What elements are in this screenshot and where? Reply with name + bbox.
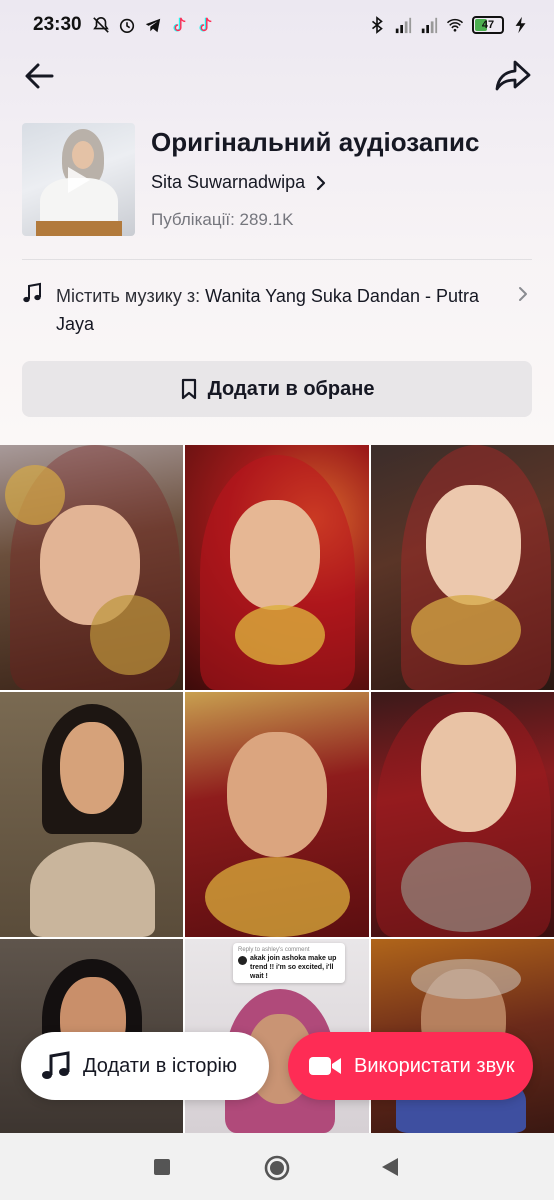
status-icons-left — [92, 16, 214, 34]
use-sound-button[interactable]: Використати звук — [288, 1032, 533, 1100]
signal-icon — [395, 17, 412, 34]
video-thumbnail[interactable] — [0, 692, 183, 937]
tiktok-icon — [199, 17, 211, 32]
video-thumbnail[interactable] — [371, 692, 554, 937]
thumbnail-jewelry — [5, 465, 65, 525]
status-icons-right: 47 — [368, 16, 530, 34]
chevron-right-icon — [316, 175, 326, 190]
thumbnail-face — [421, 712, 516, 832]
add-to-story-label: Додати в історію — [83, 1054, 237, 1077]
thumbnail-jewelry — [411, 595, 521, 665]
author-name: Sita Suwarnadwipa — [151, 172, 306, 192]
thumbnail-face — [426, 485, 521, 605]
thumbnail-top — [30, 842, 155, 937]
back-arrow-icon[interactable] — [22, 58, 58, 94]
status-bar: 23:30 47 — [0, 0, 554, 50]
cover-figure-face — [72, 141, 94, 169]
thumbnail-jewelry — [411, 959, 521, 999]
cover-chair — [36, 221, 122, 236]
music-source-text: Містить музику з: Wanita Yang Suka Danda… — [56, 282, 496, 338]
battery-icon: 47 — [472, 16, 504, 34]
author-link[interactable]: Sita Suwarnadwipa — [151, 172, 327, 193]
music-note-icon — [23, 282, 41, 303]
telegram-icon — [145, 18, 160, 33]
add-to-favorites-button[interactable]: Додати в обране — [22, 361, 532, 417]
thumbnail-jewelry — [205, 857, 350, 937]
sound-title: Оригінальний аудіозапис — [151, 127, 480, 157]
video-camera-icon — [309, 1057, 341, 1075]
avatar — [238, 956, 247, 965]
add-to-favorites-label: Додати в обране — [207, 377, 375, 400]
alarm-icon — [119, 18, 134, 34]
bell-off-icon — [92, 16, 109, 33]
share-icon[interactable] — [494, 58, 532, 94]
video-grid: Reply to ashley's comment akak join asho… — [0, 445, 554, 1133]
music-note-icon — [42, 1051, 70, 1079]
charging-icon — [515, 16, 526, 34]
thumbnail-face — [230, 500, 320, 610]
tiktok-icon — [173, 17, 185, 32]
home-button[interactable] — [264, 1155, 290, 1181]
video-thumbnail[interactable] — [371, 445, 554, 690]
video-thumbnail[interactable] — [185, 692, 369, 937]
video-thumbnail[interactable] — [185, 445, 369, 690]
thumbnail-face — [60, 722, 124, 814]
comment-text: akak join ashoka make up trend !! i'm so… — [250, 955, 337, 980]
thumbnail-jewelry — [401, 842, 531, 932]
system-nav-bar — [0, 1133, 554, 1200]
divider — [22, 259, 532, 260]
bookmark-icon — [181, 378, 196, 400]
thumbnail-face — [227, 732, 327, 857]
add-to-story-button[interactable]: Додати в історію — [21, 1032, 269, 1100]
posts-count: Публікації: 289.1K — [151, 210, 294, 229]
signal-icon — [421, 17, 438, 34]
thumbnail-jewelry — [235, 605, 325, 665]
bluetooth-icon — [371, 16, 383, 34]
recents-button[interactable] — [154, 1159, 170, 1175]
video-thumbnail[interactable] — [0, 445, 183, 690]
wifi-icon — [446, 18, 464, 32]
use-sound-label: Використати звук — [354, 1054, 515, 1077]
battery-level: 47 — [481, 19, 495, 31]
back-button[interactable] — [380, 1157, 400, 1177]
play-icon[interactable] — [68, 167, 90, 193]
music-prefix: Містить музику з: — [56, 286, 201, 306]
thumbnail-jewelry — [90, 595, 170, 675]
sound-cover[interactable] — [22, 123, 135, 236]
status-time: 23:30 — [33, 14, 82, 35]
comment-sticker: Reply to ashley's comment akak join asho… — [233, 943, 345, 983]
chevron-right-icon — [519, 287, 527, 301]
